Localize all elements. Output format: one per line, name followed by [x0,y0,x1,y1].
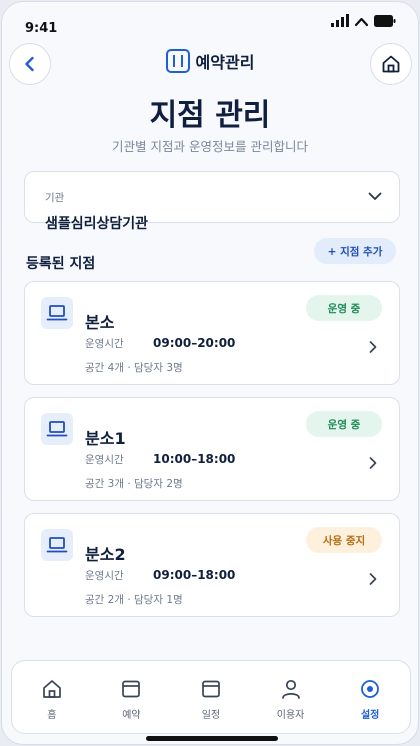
branch-card[interactable]: 본소 운영시간 09:00–20:00 공간 4개 · 담당자 3명 운영 중 [24,281,400,385]
organization-select-value: 샘플심리상담기관 [45,216,149,232]
home-indicator [146,736,278,741]
tab-label: 예약 [122,710,141,721]
organization-select[interactable]: 기관 샘플심리상담기관 [24,171,400,232]
tab-label: 홈 [47,710,57,721]
calendar-icon [122,680,141,698]
home-button[interactable] [370,43,412,85]
chevron-right-icon [369,341,377,353]
app-brand: 예약관리 [2,49,418,73]
tab-home[interactable]: 홈 [12,661,92,733]
page-title: 지점 관리 [149,98,271,133]
home-icon [382,55,400,73]
branch-hours-value: 09:00–20:00 [153,336,236,350]
bottom-tab-bar: 홈 예약 일정 이용자 설정 [11,660,411,734]
status-time: 9:41 [25,21,58,36]
settings-icon [361,680,380,698]
phone-frame: 9:41 예약관리 지점 관리 기관별 지점과 운영정보를 관리합니다 기관 샘… [1,1,419,745]
branch-hours-label: 운영시간 [85,338,124,350]
branches-section-title: 등록된 지점 [26,256,96,272]
branch-hours-label: 운영시간 [85,570,124,582]
branch-card[interactable]: 분소1 운영시간 10:00–18:00 공간 3개 · 담당자 2명 운영 중 [24,397,400,501]
home-icon [42,680,61,698]
branch-meta: 공간 2개 · 담당자 1명 [85,594,183,606]
chevron-right-icon [369,457,377,469]
add-branch-button[interactable]: + 지점 추가 [314,238,396,264]
app-name: 예약관리 [195,53,255,72]
status-badge: 운영 중 [306,295,382,321]
page-subtitle: 기관별 지점과 운영정보를 관리합니다 [112,139,308,154]
tab-reservation[interactable]: 예약 [92,661,172,733]
tab-label: 일정 [201,710,221,721]
tab-label: 이용자 [276,710,305,721]
user-icon [281,679,300,699]
tab-settings[interactable]: 설정 [330,661,410,733]
chevron-right-icon [369,573,377,585]
tab-users[interactable]: 이용자 [251,661,331,733]
branch-meta: 공간 3개 · 담당자 2명 [85,478,183,490]
tab-schedule[interactable]: 일정 [171,661,251,733]
status-bar: 9:41 [2,2,418,46]
app-logo-icon [165,49,190,73]
branch-hours-value: 09:00–18:00 [153,568,236,582]
branch-hours-label: 운영시간 [85,454,124,466]
laptop-icon [41,413,73,445]
battery-icon [374,15,396,27]
organization-select-label: 기관 [45,192,65,204]
status-icons [331,14,396,27]
chevron-down-icon [368,192,382,200]
branch-name: 본소 [85,313,115,332]
status-badge: 운영 중 [306,411,382,437]
status-badge: 사용 중지 [306,527,382,553]
signal-icon [331,14,349,27]
branch-meta: 공간 4개 · 담당자 3명 [85,362,183,374]
branch-name: 분소1 [85,429,126,448]
schedule-icon [202,680,220,698]
wifi-icon [355,17,368,27]
branch-card[interactable]: 분소2 운영시간 09:00–18:00 공간 2개 · 담당자 1명 사용 중… [24,513,400,617]
laptop-icon [41,529,73,561]
tab-label: 설정 [360,710,380,721]
branch-name: 분소2 [85,545,126,564]
laptop-icon [41,297,73,329]
branch-hours-value: 10:00–18:00 [153,452,236,466]
